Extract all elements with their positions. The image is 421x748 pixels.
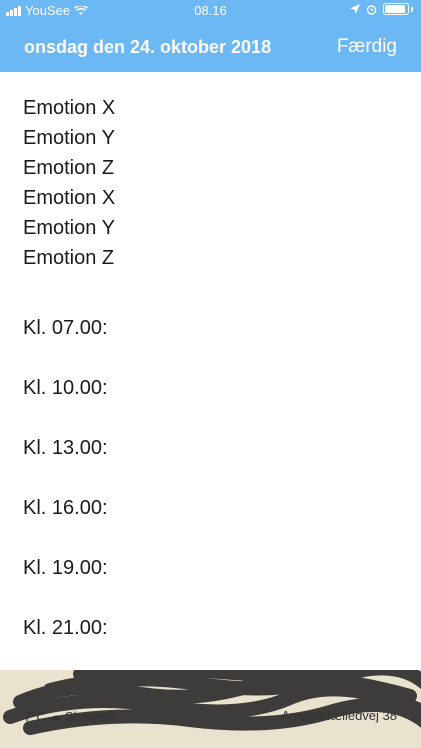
main-content: Emotion X Emotion Y Emotion Z Emotion X … [23, 93, 393, 643]
time-slot-label: Kl. 07.00: [23, 317, 108, 339]
emotion-item[interactable]: Emotion Y [23, 123, 393, 153]
done-button[interactable]: Færdig [337, 36, 397, 58]
emotion-item[interactable]: Emotion Z [23, 153, 393, 183]
alarm-icon [366, 4, 377, 15]
emotion-item[interactable]: Emotion X [23, 183, 393, 213]
cloud-rain-icon: ☁ [48, 708, 62, 723]
status-bar: YouSee 08.16 [0, 0, 421, 22]
location-icon [350, 4, 360, 14]
time-slot-label: Kl. 21.00: [23, 617, 108, 639]
emotion-item[interactable]: Emotion X [23, 93, 393, 123]
time-list: Kl. 07.00: Kl. 10.00: Kl. 13.00: Kl. 16.… [23, 313, 393, 643]
emotion-item[interactable]: Emotion Z [23, 243, 393, 273]
navigation-header: YouSee 08.16 onsdag den 24. oktober 2018… [0, 0, 421, 72]
time-slot-label: Kl. 16.00: [23, 497, 108, 519]
address-label: Amagerfælledvej 38 [281, 708, 397, 723]
redaction-scribble [3, 670, 421, 735]
emotion-item[interactable]: Emotion Y [23, 213, 393, 243]
weather-description: Showers [64, 708, 116, 724]
emotion-list: Emotion X Emotion Y Emotion Z Emotion X … [23, 93, 393, 273]
battery-cap-icon [411, 6, 413, 12]
time-slot-label: Kl. 10.00: [23, 377, 108, 399]
time-slot-label: Kl. 13.00: [23, 437, 108, 459]
page-title: onsdag den 24. oktober 2018 [24, 37, 272, 57]
map-footer: 7°C ☁ Showers Amagerfælledvej 38 [0, 670, 421, 748]
battery-icon [383, 3, 409, 15]
weather-widget: 7°C ☁ Showers [24, 708, 115, 724]
time-slot-label: Kl. 19.00: [23, 557, 108, 579]
status-right [350, 3, 413, 15]
temperature-label: 7°C [24, 708, 46, 724]
